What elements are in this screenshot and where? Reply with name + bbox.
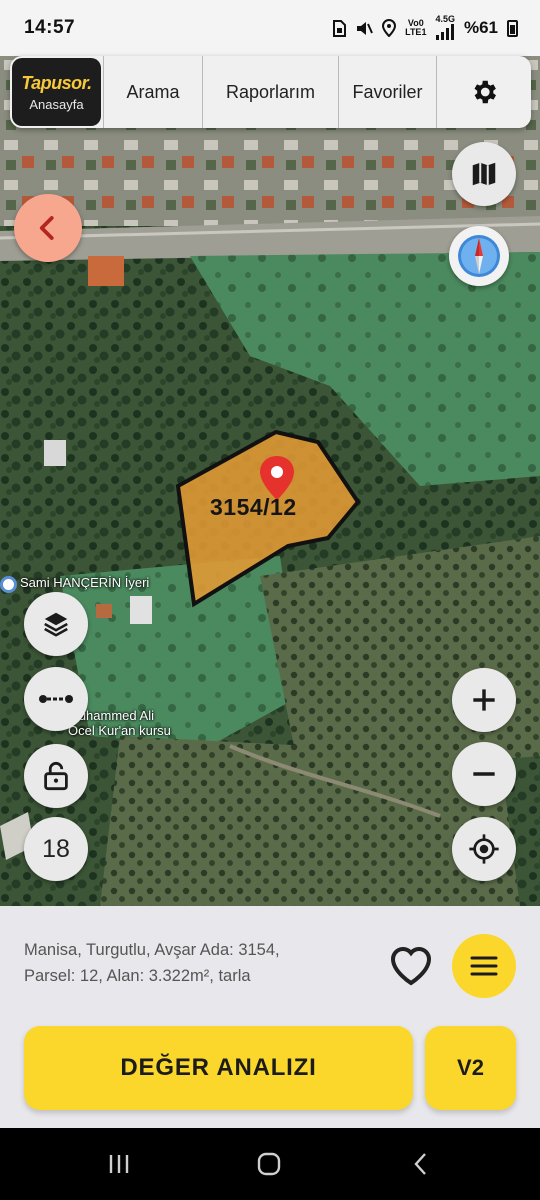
home-logo-button[interactable]: Tapusor. Anasayfa [12, 58, 101, 126]
network-type: 4.5G [435, 14, 455, 42]
settings-button[interactable] [436, 56, 531, 128]
location-icon [382, 19, 397, 37]
battery-icon [507, 19, 518, 37]
parcel-label: 3154/12 [210, 494, 297, 520]
zoom-out-icon [473, 772, 495, 776]
system-back-button[interactable] [381, 1128, 461, 1200]
lock-button[interactable] [24, 744, 88, 808]
status-icons: Vo0 LTE1 4.5G %61 [332, 14, 518, 42]
zoom-out-button[interactable] [452, 742, 516, 806]
zoom-in-button[interactable] [452, 668, 516, 732]
v2-button[interactable]: V2 [425, 1026, 516, 1110]
status-time: 14:57 [24, 17, 76, 38]
recent-apps-icon [109, 1155, 129, 1173]
chevron-left-icon [39, 216, 54, 240]
home-button[interactable] [229, 1128, 309, 1200]
parcel-info-text: Manisa, Turgutlu, Avşar Ada: 3154, Parse… [24, 941, 280, 985]
lock-icon [44, 761, 68, 791]
locate-icon [469, 834, 499, 864]
home-icon [257, 1152, 281, 1176]
battery-percent: %61 [463, 18, 498, 37]
home-label: Anasayfa [29, 96, 84, 112]
signal-icon [436, 23, 455, 40]
status-bar: 14:57 Vo0 LTE1 4.5G %61 [0, 0, 540, 56]
map-type-button[interactable] [452, 142, 516, 206]
zoom-in-icon [473, 689, 495, 711]
zoom-level-indicator: 18 [24, 817, 88, 881]
compass-icon [458, 235, 500, 277]
my-location-button[interactable] [452, 817, 516, 881]
layers-button[interactable] [24, 592, 88, 656]
hamburger-menu-icon [470, 956, 498, 976]
poi-label-sami[interactable]: Sami HANÇERİN İyeri [20, 575, 149, 590]
menu-button[interactable] [452, 934, 516, 998]
measure-button[interactable] [24, 667, 88, 731]
sim-icon [333, 19, 347, 37]
compass-button[interactable] [449, 226, 509, 286]
brand-logo: Tapusor. [21, 72, 92, 93]
recent-apps-button[interactable] [79, 1128, 159, 1200]
measure-icon [39, 695, 73, 703]
map-icon [472, 162, 496, 186]
layers-icon [44, 612, 68, 637]
back-button[interactable] [14, 194, 82, 262]
top-navbar: Tapusor. Anasayfa Arama Raporlarım Favor… [10, 56, 531, 128]
nav-reports[interactable]: Raporlarım [202, 56, 338, 128]
value-analysis-button[interactable]: DEĞER ANALIZI [24, 1026, 413, 1110]
heart-icon [390, 947, 432, 986]
back-icon [414, 1153, 426, 1175]
gear-icon [474, 80, 496, 104]
system-navigation-bar [0, 1128, 540, 1200]
favorite-button[interactable] [385, 940, 437, 990]
poi-marker-icon[interactable] [0, 576, 17, 593]
nav-favorites[interactable]: Favoriler [338, 56, 436, 128]
volte-indicator: Vo0 LTE1 [405, 18, 427, 37]
nav-search[interactable]: Arama [103, 56, 202, 128]
mute-icon [357, 21, 374, 35]
